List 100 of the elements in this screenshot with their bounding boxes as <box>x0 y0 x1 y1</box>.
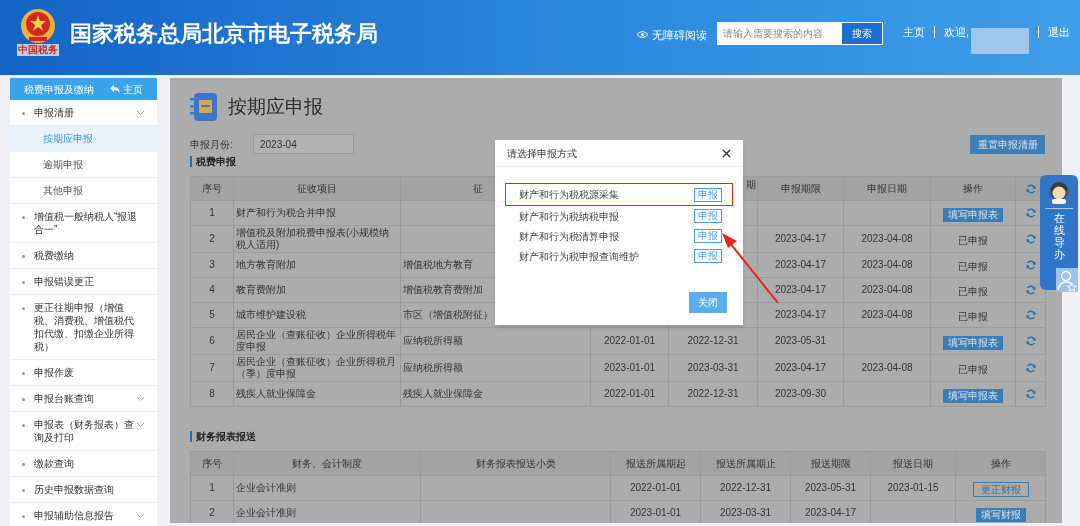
logout-link[interactable]: 退出 <box>1048 24 1070 41</box>
table-cell: 2022-01-01 <box>603 388 656 399</box>
declare-button[interactable]: 申报 <box>694 229 722 243</box>
sidebar-item[interactable]: 申报作废 <box>10 360 157 386</box>
table-cell: 2023-01-01 <box>629 507 682 518</box>
sidebar-item[interactable]: 申报辅助信息报告 <box>10 503 157 526</box>
sidebar-item[interactable]: 申报表（财务报表）查询及打印 <box>10 412 157 451</box>
table-cell: 2023-05-31 <box>774 335 827 346</box>
correct-report-button[interactable]: 更正财报 <box>972 482 1029 497</box>
table-cell: 2022-12-31 <box>687 388 739 399</box>
site-title: 国家税务总局北京市电子税务局 <box>70 20 378 48</box>
status-text: 已申报 <box>958 235 988 246</box>
table-cell: 增值税地方教育 <box>403 259 473 270</box>
table-cell: 地方教育附加 <box>236 259 296 270</box>
status-text: 已申报 <box>958 364 988 375</box>
table-cell: 2 <box>209 233 215 244</box>
fill-form-button[interactable]: 填写申报表 <box>943 389 1003 403</box>
table-cell: 2023-01-01 <box>603 362 656 373</box>
home-link[interactable]: 主页 <box>902 24 925 41</box>
sidebar-item[interactable]: 税费缴纳 <box>10 243 157 269</box>
column-header: 征 <box>473 183 483 194</box>
table-cell: 2023-03-31 <box>719 507 772 518</box>
column-header: 报送日期 <box>893 458 933 469</box>
welcome-text: 欢迎, <box>943 25 969 40</box>
table-cell: 应纳税所得额 <box>403 362 463 373</box>
table-cell: 城市维护建设税 <box>236 309 306 320</box>
page-title: 按期应申报 <box>228 94 323 119</box>
month-field[interactable]: 2023-04 <box>253 134 354 154</box>
column-header: 期 <box>746 179 756 190</box>
table-cell: 2023-01-15 <box>887 482 939 493</box>
sidebar-item[interactable]: 更正往期申报（增值税、消费税、增值税代扣代缴、扣缴企业所得税） <box>10 295 157 360</box>
table-cell: 2023-04-08 <box>861 309 913 320</box>
month-label: 申报月份: <box>190 137 234 152</box>
column-header: 报送所属期止 <box>715 458 776 469</box>
sidebar-item[interactable]: 申报错误更正 <box>10 269 157 295</box>
logo-text: 中国税务 <box>17 44 59 56</box>
sidebar-item[interactable]: 缴款查询 <box>10 451 157 477</box>
reset-button[interactable]: 重置申报清册 <box>970 134 1045 154</box>
column-header: 操作 <box>963 183 983 194</box>
accessibility-link[interactable]: 无障碍阅读 <box>651 27 707 44</box>
table-cell: 居民企业（查账征收）企业所得税月（季）度申报 <box>236 356 396 379</box>
declare-button[interactable]: 申报 <box>694 187 722 202</box>
status-text: 已申报 <box>958 261 988 272</box>
sidebar-item[interactable]: 历史申报数据查询 <box>10 477 157 503</box>
section-title: 税费申报 <box>196 155 236 169</box>
declare-button[interactable]: 申报 <box>694 249 722 263</box>
column-header: 申报期限 <box>780 183 821 194</box>
option-label: 财产和行为税申报查询维护 <box>519 249 639 264</box>
table-cell: 残疾人就业保障金 <box>236 388 316 399</box>
table-cell: 2022-12-31 <box>719 482 772 493</box>
sidebar-title: 税费申报及缴纳 <box>24 82 94 97</box>
column-header: 申报日期 <box>867 183 907 194</box>
sidebar-item[interactable]: 申报台账查询 <box>10 386 157 412</box>
table-cell: 2022-01-01 <box>629 482 682 493</box>
fill-form-button[interactable]: 填写申报表 <box>943 208 1003 222</box>
modal-title: 请选择申报方式 <box>507 146 577 161</box>
column-header: 财务、会计制度 <box>292 458 362 469</box>
fill-form-button[interactable]: 填写申报表 <box>943 336 1003 350</box>
table-cell: 残疾人就业保障金 <box>403 388 483 399</box>
table-cell: 8 <box>209 388 215 399</box>
table-cell: 2023-04-17 <box>774 259 827 270</box>
declare-button[interactable]: 申报 <box>694 209 722 223</box>
table-cell: 7 <box>209 362 215 373</box>
table-cell: 2023-04-08 <box>861 233 913 244</box>
table-cell: 2023-04-17 <box>774 233 827 244</box>
search-button[interactable]: 搜索 <box>840 22 883 45</box>
column-header: 操作 <box>990 458 1011 469</box>
table-cell: 教育费附加 <box>236 284 286 295</box>
sidebar-home-link[interactable]: 主页 <box>110 81 143 97</box>
table-cell: 企业会计准则 <box>236 507 296 518</box>
sidebar-subitem[interactable]: 逾期申报 <box>10 152 157 178</box>
fill-form-button[interactable]: 填写财报 <box>975 508 1026 522</box>
table-cell: 2023-05-31 <box>804 482 857 493</box>
table-cell: 增值税教育费附加 <box>403 284 483 295</box>
table-cell: 2023-04-08 <box>861 284 913 295</box>
table-cell: 2023-04-17 <box>804 507 857 518</box>
search-field[interactable]: 请输入需要搜索的内容 <box>716 22 841 45</box>
table-cell: 2 <box>209 507 215 518</box>
sidebar-item[interactable]: 增值税一般纳税人“报退合一” <box>10 204 157 243</box>
table-cell: 4 <box>209 284 215 295</box>
table-cell: 居民企业（查账征收）企业所得税年度申报 <box>236 329 396 352</box>
table-cell: 2023-03-31 <box>687 362 739 373</box>
table-cell: 2023-04-17 <box>774 309 827 320</box>
option-label: 财产和行为税清算申报 <box>519 229 619 244</box>
table-cell: 1 <box>209 482 215 493</box>
close-button[interactable]: 关闭 <box>689 292 727 313</box>
sidebar-subitem[interactable]: 按期应申报 <box>10 126 157 152</box>
table-cell: 2023-04-08 <box>861 259 913 270</box>
status-text: 已申报 <box>958 286 988 297</box>
table-cell: 企业会计准则 <box>236 482 296 493</box>
sidebar-subitem[interactable]: 其他申报 <box>10 178 157 204</box>
table-cell: 2023-04-08 <box>861 362 913 373</box>
column-header: 序号 <box>202 458 222 469</box>
column-header: 征收项目 <box>297 183 337 194</box>
table-cell: 财产和行为税合并申报 <box>236 207 336 218</box>
column-header: 财务报表报送小类 <box>475 458 556 469</box>
column-header: 报送期限 <box>810 458 851 469</box>
table-cell: 2023-04-17 <box>774 362 827 373</box>
table-cell: 2022-01-01 <box>603 335 656 346</box>
column-header: 报送所属期起 <box>625 458 686 469</box>
